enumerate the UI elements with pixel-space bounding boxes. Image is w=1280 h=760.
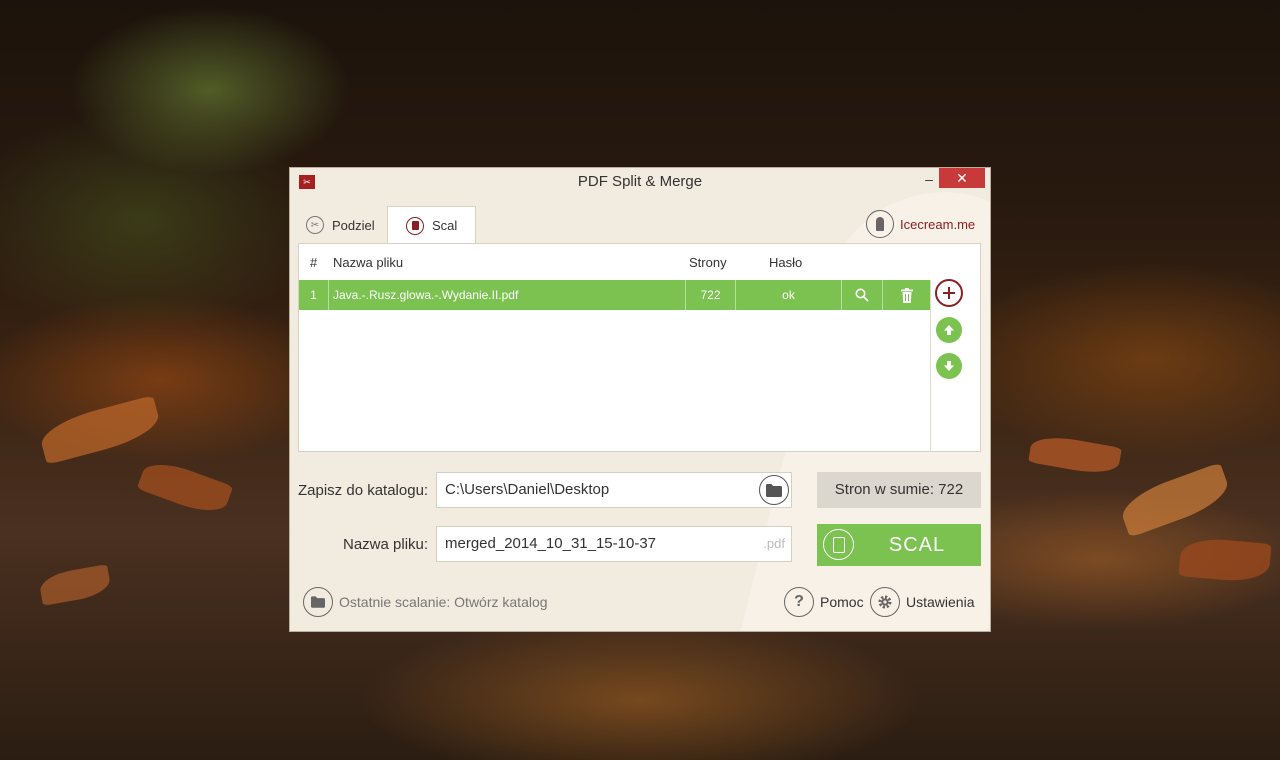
delete-button[interactable] xyxy=(882,280,930,310)
search-icon xyxy=(855,288,869,302)
help-label: Pomoc xyxy=(820,594,864,610)
tab-merge[interactable]: Scal xyxy=(387,206,476,244)
plus-icon xyxy=(943,287,955,299)
table-row[interactable]: 1 Java.-.Rusz.glowa.-.Wydanie.II.pdf 722… xyxy=(299,280,930,310)
filename-field[interactable]: merged_2014_10_31_15-10-37 .pdf xyxy=(436,526,792,562)
column-header-filename: Nazwa pliku xyxy=(333,255,404,270)
row-password-status[interactable]: ok xyxy=(735,280,841,310)
file-list-panel: # Nazwa pliku Strony Hasło 1 Java.-.Rusz… xyxy=(298,243,981,452)
icecream-link[interactable]: Icecream.me xyxy=(866,210,975,238)
tab-split[interactable]: ✂ Podziel xyxy=(306,206,396,244)
last-merge-link[interactable]: Ostatnie scalanie: Otwórz katalog xyxy=(303,587,548,617)
merge-document-icon xyxy=(406,216,424,235)
row-pages: 722 xyxy=(685,280,735,310)
merge-button-label: SCAL xyxy=(888,534,946,556)
settings-label: Ustawienia xyxy=(906,594,975,610)
filename-value: merged_2014_10_31_15-10-37 xyxy=(445,535,657,552)
row-filename: Java.-.Rusz.glowa.-.Wydanie.II.pdf xyxy=(328,280,685,310)
arrow-down-icon xyxy=(944,361,954,371)
trash-icon xyxy=(900,287,913,303)
close-button[interactable]: ✕ xyxy=(939,168,985,188)
save-dir-field[interactable]: C:\Users\Daniel\Desktop xyxy=(436,472,792,508)
folder-icon xyxy=(303,587,333,617)
background-leaf xyxy=(1116,462,1234,538)
folder-icon xyxy=(766,483,782,497)
column-header-number: # xyxy=(310,255,318,270)
background-leaf xyxy=(1178,536,1272,584)
move-up-button[interactable] xyxy=(936,317,962,343)
settings-button[interactable]: Ustawienia xyxy=(870,587,974,617)
background-leaf xyxy=(136,455,234,520)
window-title: PDF Split & Merge xyxy=(577,173,703,190)
move-down-button[interactable] xyxy=(936,353,962,379)
minimize-button[interactable]: – xyxy=(918,168,940,188)
total-pages-badge: Stron w sumie: 722 xyxy=(817,472,981,508)
last-merge-label: Ostatnie scalanie: Otwórz katalog xyxy=(339,594,548,610)
background-leaf xyxy=(1028,432,1122,478)
background-leaf xyxy=(36,395,164,465)
merge-button[interactable]: SCAL xyxy=(817,524,981,566)
file-extension: .pdf xyxy=(763,536,785,551)
preview-button[interactable] xyxy=(841,280,882,310)
save-dir-label: Zapisz do katalogu: xyxy=(298,482,429,499)
scissors-icon: ✂ xyxy=(306,216,324,234)
app-window: ✂ PDF Split & Merge – ✕ ✂ Podziel Scal I… xyxy=(289,167,991,632)
gear-icon xyxy=(870,587,900,617)
title-bar[interactable]: ✂ PDF Split & Merge – ✕ xyxy=(290,168,990,196)
save-dir-value: C:\Users\Daniel\Desktop xyxy=(445,481,610,498)
help-button[interactable]: ? Pomoc xyxy=(784,587,864,617)
browse-folder-button[interactable] xyxy=(759,475,789,505)
list-divider xyxy=(930,280,931,452)
brand-label: Icecream.me xyxy=(900,216,976,232)
column-header-password: Hasło xyxy=(769,255,803,270)
tab-merge-label: Scal xyxy=(432,218,458,233)
table-header: # Nazwa pliku Strony Hasło xyxy=(299,244,931,280)
column-header-pages: Strony xyxy=(689,255,727,270)
add-file-button[interactable] xyxy=(935,279,963,307)
background-leaf xyxy=(37,564,113,606)
icecream-icon xyxy=(866,210,894,238)
tab-split-label: Podziel xyxy=(332,217,375,233)
row-number: 1 xyxy=(310,288,317,302)
question-icon: ? xyxy=(784,587,814,617)
arrow-up-icon xyxy=(944,325,954,335)
filename-label: Nazwa pliku: xyxy=(343,536,429,553)
